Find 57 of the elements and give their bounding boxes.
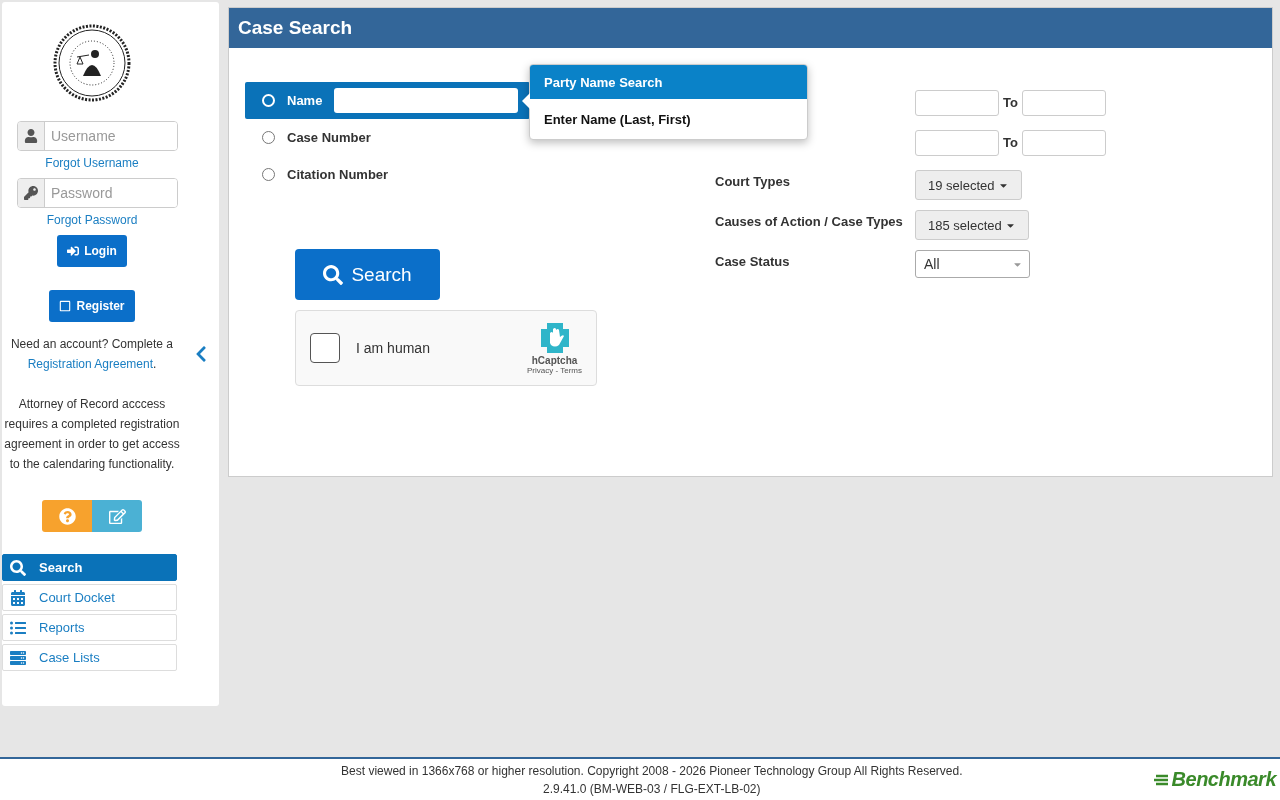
status-select[interactable]: All [915,250,1030,278]
date-field[interactable] [915,130,999,156]
multiselect-dropdown[interactable]: 185 selected [915,210,1029,240]
option-label: Name [287,93,323,108]
version-text: 2.9.41.0 (BM-WEB-03 / FLG-EXT-LB-02) [543,781,761,796]
captcha-label: I am human [356,340,431,356]
forgot-username-link[interactable]: Forgot Username [45,156,139,170]
edit-button[interactable] [92,500,142,532]
date-field[interactable] [1021,130,1106,156]
username-field[interactable]: Username [17,121,178,151]
help-icon [58,507,76,525]
benchmark-logo: Benchmark [1153,768,1280,791]
option-label: Case Number [287,130,371,145]
to-label: To [1003,94,1018,110]
filter-label: Court Types [715,173,791,189]
popover-text: Enter Name (Last, First) [543,110,692,129]
filter-label: Causes of Action / Case Types [715,213,904,229]
account-note: Need an account? Complete a Registration Agreement. [9,336,175,373]
nav-item[interactable]: Case Lists [2,644,177,671]
date-field[interactable] [1021,90,1106,116]
search-type-option[interactable]: Citation Number [245,156,530,193]
option-label: Citation Number [287,167,389,182]
nav-item[interactable]: Court Docket [2,584,177,611]
search-type-option[interactable]: Name [245,82,530,119]
search-button[interactable]: Search [295,249,440,300]
help-button[interactable] [42,500,92,532]
radio-button[interactable] [262,168,275,181]
search-icon [10,559,26,576]
list-icon [10,619,26,636]
panel-title: Case Search [229,8,1272,48]
attorney-note: Attorney of Record acccess requires a completed registration agreement in order to get access to the calendaring functionality. [3,396,181,473]
user-icon [24,129,38,143]
radio-button[interactable] [262,131,275,144]
name-field[interactable] [334,88,519,113]
popover-title: Party Name Search [530,65,807,99]
search-type-option[interactable]: Case Number [245,119,530,156]
key-icon [24,186,38,200]
search-icon [323,264,344,285]
stack-icon [10,649,26,666]
filter-label: Case Status [715,253,791,269]
nav-item[interactable]: Reports [2,614,177,641]
captcha-links[interactable]: Privacy - Terms [527,366,582,375]
date-field[interactable] [915,90,999,116]
password-field[interactable]: Password [17,178,178,208]
edit-icon [108,507,126,525]
login-button[interactable]: Login [57,235,127,267]
to-label: To [1003,134,1018,150]
copyright-text: Best viewed in 1366x768 or higher resolution. Copyright 2008 - 2026 Pioneer Technology Group All Rights Reserved. [341,763,963,778]
captcha-checkbox[interactable] [310,333,340,363]
multiselect-dropdown[interactable]: 19 selected [915,170,1022,200]
sign-in-icon [67,245,80,257]
hand-logo-icon [538,321,571,355]
captcha-brand: hCaptcha [531,355,578,366]
forgot-password-link[interactable]: Forgot Password [46,213,138,227]
nav-item[interactable]: Search [2,554,177,581]
register-button[interactable]: Register [49,290,135,322]
calendar-icon [10,589,26,606]
